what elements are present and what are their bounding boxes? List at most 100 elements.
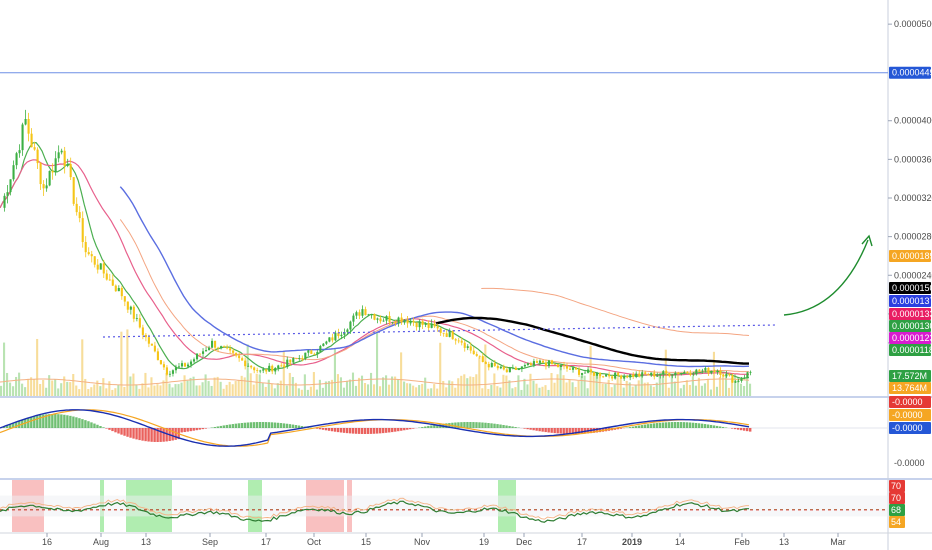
macd-histogram-bar [36, 415, 39, 428]
macd-histogram-bar [640, 425, 644, 428]
macd-histogram-bar [192, 428, 195, 431]
volume-bar [523, 378, 526, 396]
macd-histogram-bar [376, 428, 379, 434]
candle-body [478, 355, 481, 357]
volume-bar [210, 385, 213, 396]
volume-bar [270, 383, 273, 396]
macd-histogram-bar [391, 428, 394, 433]
volume-bar [742, 385, 746, 396]
candle-body [214, 340, 217, 348]
macd-histogram-bar [559, 428, 562, 434]
candle-body [84, 242, 87, 253]
macd-histogram-bar [129, 428, 132, 438]
candle-body [680, 372, 683, 375]
candle-body [126, 301, 129, 310]
macd-histogram-bar [511, 426, 514, 428]
candle-body [36, 149, 39, 164]
volume-bar [613, 384, 616, 396]
macd-histogram-bar [219, 425, 222, 428]
macd-histogram-bar [550, 428, 553, 433]
volume-bar [553, 382, 556, 396]
volume-bar [297, 388, 300, 396]
volume-bar [634, 384, 637, 396]
candle-body [81, 218, 84, 243]
volume-bar [535, 383, 538, 396]
volume-bar [412, 385, 415, 396]
volume-bar [57, 388, 60, 396]
price-tag: 0.00001300 [892, 321, 932, 331]
macd-histogram-bar [673, 422, 677, 428]
candle-body [704, 367, 707, 371]
volume-bar [580, 375, 583, 396]
volume-bar [186, 380, 189, 396]
volume-bar [448, 380, 451, 396]
macd-histogram-bar [637, 425, 641, 428]
candle-body [701, 370, 704, 372]
macd-histogram-bar [273, 422, 277, 428]
volume-bar [234, 381, 237, 396]
macd-histogram-bar [556, 428, 559, 434]
candle-body [577, 369, 581, 375]
macd-histogram-bar [213, 426, 216, 428]
candle-body [183, 363, 187, 367]
volume-bar [123, 386, 126, 396]
volume-bar [51, 380, 54, 396]
macd-histogram-bar [688, 422, 692, 428]
macd-histogram-bar [246, 422, 250, 428]
candle-body [460, 340, 463, 343]
volume-bar [427, 388, 430, 396]
macd-histogram-bar [354, 428, 358, 434]
volume-bar [469, 376, 472, 396]
volume-bar [27, 378, 30, 396]
candle-body [138, 318, 141, 328]
candle-body [162, 364, 165, 368]
macd-histogram-bar [679, 422, 683, 428]
volume-bar [505, 375, 508, 396]
macd-histogram-bar [54, 414, 57, 428]
macd-histogram-bar [685, 422, 689, 428]
macd-tag: -0.0000 [892, 397, 923, 407]
volume-bar [706, 378, 709, 396]
macd-histogram-bar [345, 428, 349, 434]
macd-histogram-bar [748, 428, 752, 432]
price-tick-label: 0.00003600 [894, 154, 932, 164]
volume-bar [610, 387, 613, 396]
macd-histogram-bar [108, 428, 111, 430]
volume-bar [574, 386, 577, 396]
volume-bar [436, 388, 439, 396]
macd-histogram-bar [63, 414, 66, 428]
candle-body [394, 321, 397, 324]
price-tick-label: 0.00004000 [894, 116, 932, 126]
macd-histogram-bar [201, 428, 204, 430]
trading-chart[interactable]: -0.0000 0.00005000 0.00004000 0.00003600 0.… [0, 0, 932, 550]
macd-histogram-bar [643, 424, 647, 428]
candle-body [370, 314, 373, 315]
macd-histogram-bar [255, 422, 259, 428]
candle-body [42, 184, 45, 189]
candle-body [629, 374, 632, 378]
candle-body [623, 376, 626, 379]
volume-bar [577, 380, 580, 396]
candle-body [433, 323, 436, 327]
candle-body [644, 372, 647, 375]
macd-histogram-bar [718, 426, 722, 428]
candle-body [698, 369, 701, 372]
macd-histogram-bar [288, 424, 292, 428]
macd-histogram-bar [619, 428, 623, 429]
candle-body [466, 346, 469, 348]
candle-body [156, 351, 159, 361]
volume-bar [9, 382, 12, 396]
macd-histogram-bar [703, 424, 707, 428]
volume-bar [60, 383, 63, 396]
candle-body [304, 352, 307, 360]
volume-bar [174, 384, 177, 396]
candle-body [641, 372, 644, 377]
candle-body [301, 358, 304, 360]
volume-bar [189, 377, 192, 396]
candle-body [310, 350, 313, 354]
macd-histogram-bar [93, 423, 96, 428]
price-tag: 0.00001890 [892, 251, 932, 261]
candle-body [286, 359, 289, 368]
macd-histogram-bar [628, 427, 632, 428]
candle-body [469, 346, 472, 351]
